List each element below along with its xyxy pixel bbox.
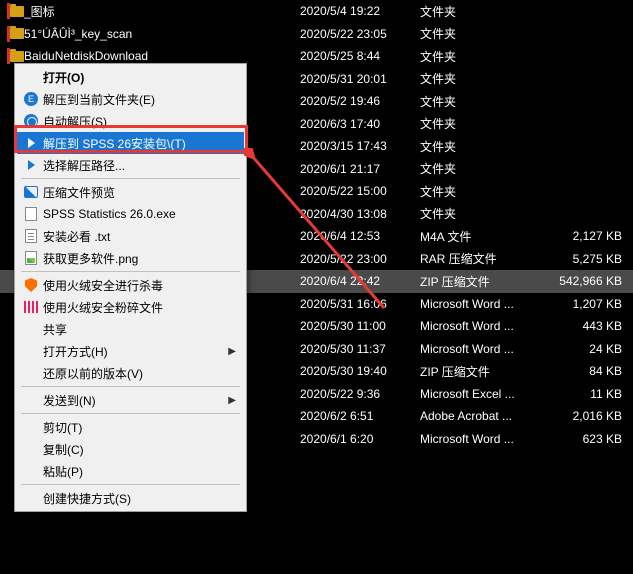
- file-row[interactable]: 51°ÚÂÛÌ³_key_scan2020/5/22 23:05文件夹: [0, 23, 633, 46]
- file-date: 2020/6/2 6:51: [300, 409, 420, 423]
- file-type: 文件夹: [420, 205, 550, 222]
- file-date: 2020/5/22 23:00: [300, 252, 420, 266]
- menu-share[interactable]: 共享: [17, 318, 244, 340]
- file-type: 文件夹: [420, 48, 550, 65]
- file-name: 51°ÚÂÛÌ³_key_scan: [24, 27, 300, 41]
- file-type: 文件夹: [420, 93, 550, 110]
- file-type: Microsoft Word ...: [420, 342, 550, 356]
- menu-file-txt[interactable]: 安装必看 .txt: [17, 225, 244, 247]
- chevron-right-icon: ▶: [228, 346, 236, 357]
- menu-restore[interactable]: 还原以前的版本(V): [17, 362, 244, 384]
- arrow-right-icon: [28, 138, 35, 148]
- file-date: 2020/5/2 19:46: [300, 94, 420, 108]
- file-type: 文件夹: [420, 138, 550, 155]
- arrow-right-icon: [28, 160, 35, 170]
- menu-auto-extract[interactable]: 自动解压(S): [17, 110, 244, 132]
- file-size: 443 KB: [550, 319, 622, 333]
- file-type: 文件夹: [420, 183, 550, 200]
- file-size: 623 KB: [550, 432, 622, 446]
- file-type: Microsoft Word ...: [420, 319, 550, 333]
- extract-here-icon: E: [24, 92, 38, 106]
- file-type: 文件夹: [420, 3, 550, 20]
- file-icon: [25, 207, 37, 221]
- menu-preview[interactable]: 压缩文件预览: [17, 181, 244, 203]
- menu-choose-path[interactable]: 选择解压路径...: [17, 154, 244, 176]
- file-type: Microsoft Excel ...: [420, 387, 550, 401]
- file-name: BaiduNetdiskDownload: [24, 49, 300, 63]
- menu-open-with[interactable]: 打开方式(H)▶: [17, 340, 244, 362]
- file-size: 1,207 KB: [550, 297, 622, 311]
- file-date: 2020/5/25 8:44: [300, 49, 420, 63]
- file-row[interactable]: _图标2020/5/4 19:22文件夹: [0, 0, 633, 23]
- file-date: 2020/5/30 19:40: [300, 364, 420, 378]
- file-type: 文件夹: [420, 160, 550, 177]
- file-date: 2020/4/30 13:08: [300, 207, 420, 221]
- file-size: 5,275 KB: [550, 252, 622, 266]
- menu-extract-to[interactable]: 解压到 SPSS 26安装包\(T): [17, 132, 244, 154]
- shield-icon: [25, 278, 37, 292]
- file-name: _图标: [24, 3, 300, 20]
- shred-icon: [24, 301, 38, 313]
- file-type: 文件夹: [420, 115, 550, 132]
- file-type: ZIP 压缩文件: [420, 363, 550, 380]
- file-date: 2020/5/22 23:05: [300, 27, 420, 41]
- file-size: 11 KB: [550, 387, 622, 401]
- menu-paste[interactable]: 粘贴(P): [17, 460, 244, 482]
- chevron-right-icon: ▶: [228, 395, 236, 406]
- file-date: 2020/5/22 15:00: [300, 184, 420, 198]
- file-date: 2020/6/1 21:17: [300, 162, 420, 176]
- file-size: 2,016 KB: [550, 409, 622, 423]
- file-size: 542,966 KB: [550, 274, 622, 288]
- folder-icon: [10, 28, 24, 39]
- menu-send-to[interactable]: 发送到(N)▶: [17, 389, 244, 411]
- menu-extract-here[interactable]: E解压到当前文件夹(E): [17, 88, 244, 110]
- gear-icon: [24, 114, 38, 128]
- file-date: 2020/6/3 17:40: [300, 117, 420, 131]
- file-size: 84 KB: [550, 364, 622, 378]
- file-type: ZIP 压缩文件: [420, 273, 550, 290]
- file-size: 24 KB: [550, 342, 622, 356]
- file-date: 2020/5/22 9:36: [300, 387, 420, 401]
- menu-shortcut[interactable]: 创建快捷方式(S): [17, 487, 244, 509]
- menu-file-png[interactable]: 获取更多软件.png: [17, 247, 244, 269]
- file-type: Microsoft Word ...: [420, 432, 550, 446]
- menu-antivirus[interactable]: 使用火绒安全进行杀毒: [17, 274, 244, 296]
- file-type: 文件夹: [420, 70, 550, 87]
- file-type: M4A 文件: [420, 228, 550, 245]
- file-date: 2020/5/4 19:22: [300, 4, 420, 18]
- preview-icon: [24, 186, 38, 198]
- menu-file-exe[interactable]: SPSS Statistics 26.0.exe: [17, 203, 244, 225]
- file-icon: [25, 229, 37, 243]
- file-date: 2020/5/31 20:01: [300, 72, 420, 86]
- file-date: 2020/3/15 17:43: [300, 139, 420, 153]
- menu-open[interactable]: 打开(O): [17, 66, 244, 88]
- file-type: RAR 压缩文件: [420, 250, 550, 267]
- file-date: 2020/6/4 22:42: [300, 274, 420, 288]
- file-date: 2020/5/30 11:00: [300, 319, 420, 333]
- folder-icon: [10, 6, 24, 17]
- file-size: 2,127 KB: [550, 229, 622, 243]
- file-date: 2020/5/31 16:06: [300, 297, 420, 311]
- file-icon: [25, 251, 37, 265]
- menu-shred[interactable]: 使用火绒安全粉碎文件: [17, 296, 244, 318]
- file-date: 2020/6/1 6:20: [300, 432, 420, 446]
- menu-copy[interactable]: 复制(C): [17, 438, 244, 460]
- context-menu: 打开(O) E解压到当前文件夹(E) 自动解压(S) 解压到 SPSS 26安装…: [14, 63, 247, 512]
- file-type: 文件夹: [420, 25, 550, 42]
- file-type: Adobe Acrobat ...: [420, 409, 550, 423]
- file-date: 2020/6/4 12:53: [300, 229, 420, 243]
- file-type: Microsoft Word ...: [420, 297, 550, 311]
- folder-icon: [10, 51, 24, 62]
- file-date: 2020/5/30 11:37: [300, 342, 420, 356]
- menu-cut[interactable]: 剪切(T): [17, 416, 244, 438]
